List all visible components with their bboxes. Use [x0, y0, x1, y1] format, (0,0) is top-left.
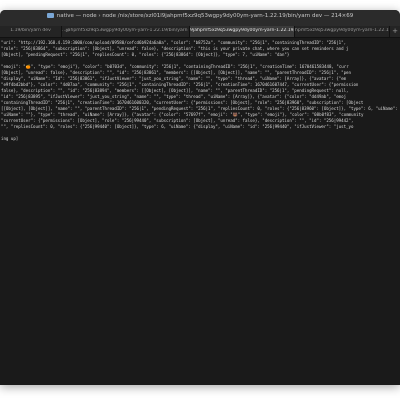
terminal-window: native — node › node /nix/store/xzl01l9j… — [0, 10, 400, 385]
tab-2[interactable]: × ...jahpmf5xz9q53wgpy9dy00ym-yarn-1.22.… — [62, 26, 190, 37]
window-title-text: native — node › node /nix/store/xzl01l9j… — [56, 13, 354, 19]
tab-label: 1.19/bin/yarn dev — [10, 28, 51, 33]
folder-icon — [46, 13, 54, 18]
window-title: native — node › node /nix/store/xzl01l9j… — [0, 13, 400, 19]
tab-1[interactable]: 1.19/bin/yarn dev — [0, 26, 62, 37]
terminal-prompt-line: ing up] — [1, 136, 19, 141]
new-tab-button[interactable]: + — [392, 27, 398, 35]
tab-label: ...jahpmf5xz9q53wgpy9dy00ym-yarn-1.22.19… — [62, 28, 189, 33]
title-bar: native — node › node /nix/store/xzl01l9j… — [0, 10, 400, 26]
tab-bar: 1.19/bin/yarn dev × ...jahpmf5xz9q53wgpy… — [0, 26, 400, 38]
terminal-output[interactable]: "uri": "http://192.168.4.159:3000/com/up… — [0, 38, 400, 385]
tab-label: hpmf5xz9q53wgpy9dy00ym-yarn-1.22.19/bin/… — [295, 28, 389, 33]
tab-4[interactable]: hpmf5xz9q53wgpy9dy00ym-yarn-1.22.19/bin/… — [295, 26, 390, 37]
tab-3[interactable]: 9jahpmf5xz9q53wgpy9dy00ym-yarn-1.22.19/b… — [190, 26, 295, 37]
tab-label: 9jahpmf5xz9q53wgpy9dy00ym-yarn-1.22.19/b… — [190, 28, 294, 33]
